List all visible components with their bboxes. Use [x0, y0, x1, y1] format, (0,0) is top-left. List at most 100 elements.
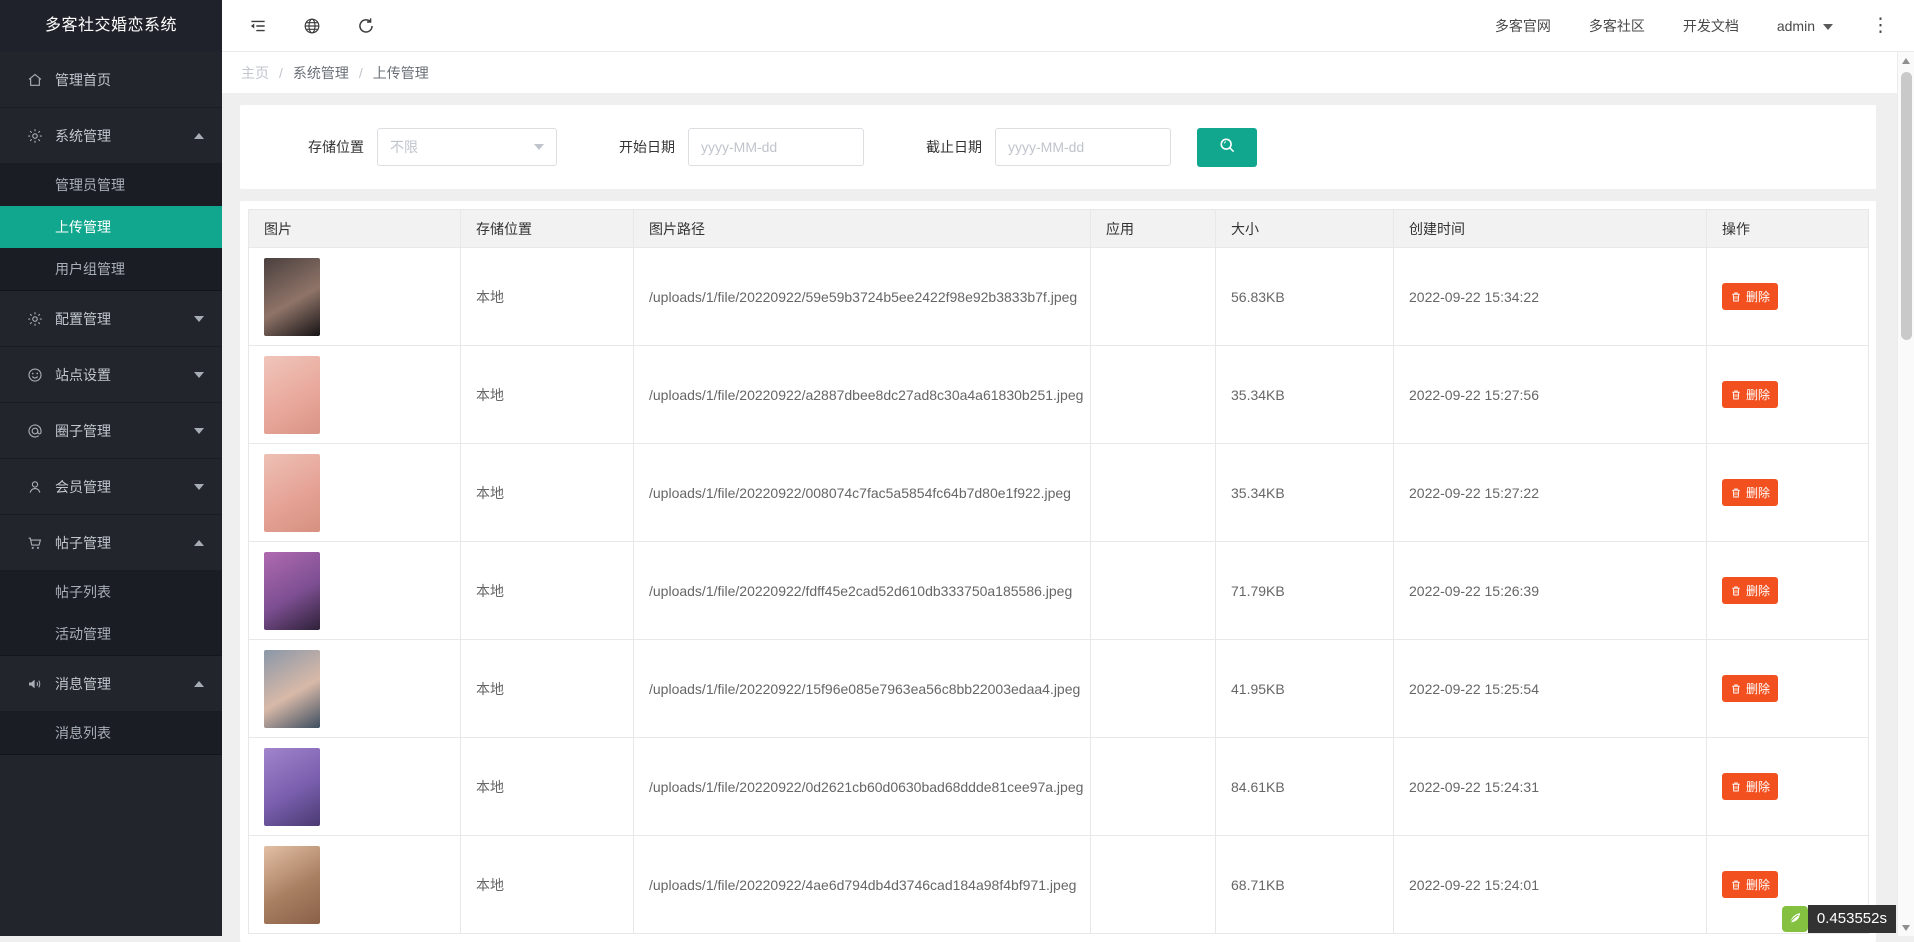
sidebar-item-label: 消息管理 — [55, 674, 194, 694]
thumbnail[interactable] — [264, 650, 320, 728]
storage-location-select[interactable]: 不限 — [377, 128, 557, 166]
topbar: 多客官网 多客社区 开发文档 admin ⋮ — [222, 0, 1914, 52]
sidebar-item-label: 管理首页 — [55, 70, 204, 90]
user-menu[interactable]: admin — [1777, 18, 1833, 34]
link-community[interactable]: 多客社区 — [1589, 16, 1645, 36]
breadcrumb-home[interactable]: 主页 — [241, 63, 269, 83]
thumbnail[interactable] — [264, 356, 320, 434]
scrollbar-down-arrow[interactable] — [1898, 919, 1914, 936]
speaker-icon — [26, 675, 44, 693]
smiley-icon — [26, 366, 44, 384]
sidebar-item-label: 站点设置 — [55, 365, 194, 385]
scrollbar-thumb[interactable] — [1901, 72, 1912, 340]
app-cell — [1091, 542, 1216, 640]
gear-icon — [26, 310, 44, 328]
link-official-site[interactable]: 多客官网 — [1495, 16, 1551, 36]
chevron-down-icon — [194, 372, 204, 378]
thumbnail[interactable] — [264, 846, 320, 924]
thumbnail[interactable] — [264, 454, 320, 532]
thumbnail[interactable] — [264, 552, 320, 630]
created-cell: 2022-09-22 15:25:54 — [1394, 640, 1707, 738]
cart-icon — [26, 534, 44, 552]
image-cell — [249, 738, 461, 836]
more-menu-icon[interactable]: ⋮ — [1871, 16, 1890, 35]
table-row: 本地/uploads/1/file/20220922/15f96e085e796… — [249, 640, 1869, 738]
scrollbar-up-arrow[interactable] — [1898, 52, 1914, 69]
table-header-row: 图片存储位置图片路径应用大小创建时间操作 — [249, 210, 1869, 248]
breadcrumb-separator: / — [279, 65, 283, 81]
chevron-down-icon — [194, 428, 204, 434]
delete-button-label: 删除 — [1746, 778, 1770, 795]
app-cell — [1091, 836, 1216, 934]
trash-icon — [1730, 585, 1742, 597]
size-cell: 35.34KB — [1216, 444, 1394, 542]
topbar-right: 多客官网 多客社区 开发文档 admin ⋮ — [1495, 16, 1890, 36]
actions-cell: 删除 — [1707, 542, 1869, 640]
sidebar-item-system[interactable]: 系统管理 — [0, 108, 222, 164]
link-dev-docs[interactable]: 开发文档 — [1683, 16, 1739, 36]
sidebar-item-site-settings[interactable]: 站点设置 — [0, 347, 222, 403]
filter-panel: 存储位置 不限 开始日期 截止日期 — [240, 105, 1876, 189]
sidebar-subitem-message-list[interactable]: 消息列表 — [0, 712, 222, 754]
size-cell: 68.71KB — [1216, 836, 1394, 934]
sidebar-subitem-activity[interactable]: 活动管理 — [0, 613, 222, 655]
sidebar-item-member[interactable]: 会员管理 — [0, 459, 222, 515]
column-header-path: 图片路径 — [634, 210, 1091, 248]
sidebar-subitem-user-group[interactable]: 用户组管理 — [0, 248, 222, 290]
delete-button[interactable]: 删除 — [1722, 675, 1778, 702]
uploads-table: 图片存储位置图片路径应用大小创建时间操作 本地/uploads/1/file/2… — [248, 209, 1869, 934]
delete-button[interactable]: 删除 — [1722, 871, 1778, 898]
path-cell: /uploads/1/file/20220922/0d2621cb60d0630… — [634, 738, 1091, 836]
sidebar-item-post[interactable]: 帖子管理 — [0, 515, 222, 571]
sidebar-subitem-upload-manage[interactable]: 上传管理 — [0, 206, 222, 248]
app-cell — [1091, 248, 1216, 346]
sidebar-item-label: 帖子管理 — [55, 533, 194, 553]
path-cell: /uploads/1/file/20220922/008074c7fac5a58… — [634, 444, 1091, 542]
delete-button[interactable]: 删除 — [1722, 577, 1778, 604]
actions-cell: 删除 — [1707, 640, 1869, 738]
sidebar-subitem-admin-manage[interactable]: 管理员管理 — [0, 164, 222, 206]
search-button[interactable] — [1197, 128, 1257, 167]
image-cell — [249, 444, 461, 542]
chevron-down-icon — [534, 144, 544, 150]
chevron-down-icon — [1823, 24, 1833, 30]
delete-button-label: 删除 — [1746, 582, 1770, 599]
sidebar-item-message[interactable]: 消息管理 — [0, 656, 222, 712]
sidebar-item-home[interactable]: 管理首页 — [0, 52, 222, 108]
path-cell: /uploads/1/file/20220922/4ae6d794db4d374… — [634, 836, 1091, 934]
scrollbar[interactable] — [1897, 52, 1914, 936]
end-date-input[interactable] — [995, 128, 1171, 166]
column-header-actions: 操作 — [1707, 210, 1869, 248]
delete-button[interactable]: 删除 — [1722, 381, 1778, 408]
collapse-menu-icon[interactable] — [248, 16, 268, 36]
sidebar-item-circle[interactable]: 圈子管理 — [0, 403, 222, 459]
sidebar-item-label: 系统管理 — [55, 126, 194, 146]
thumbnail[interactable] — [264, 258, 320, 336]
thumbnail[interactable] — [264, 748, 320, 826]
refresh-icon[interactable] — [356, 16, 376, 36]
table-row: 本地/uploads/1/file/20220922/4ae6d794db4d3… — [249, 836, 1869, 934]
size-cell: 71.79KB — [1216, 542, 1394, 640]
app-cell — [1091, 640, 1216, 738]
trace-logo-icon[interactable] — [1782, 906, 1808, 932]
sidebar-subitem-post-list[interactable]: 帖子列表 — [0, 571, 222, 613]
created-cell: 2022-09-22 15:27:22 — [1394, 444, 1707, 542]
actions-cell: 删除 — [1707, 248, 1869, 346]
trash-icon — [1730, 781, 1742, 793]
storage-cell: 本地 — [461, 346, 634, 444]
globe-icon[interactable] — [302, 16, 322, 36]
sidebar-item-config[interactable]: 配置管理 — [0, 291, 222, 347]
delete-button[interactable]: 删除 — [1722, 283, 1778, 310]
delete-button[interactable]: 删除 — [1722, 773, 1778, 800]
delete-button-label: 删除 — [1746, 288, 1770, 305]
delete-button[interactable]: 删除 — [1722, 479, 1778, 506]
column-header-storage: 存储位置 — [461, 210, 634, 248]
start-date-input[interactable] — [688, 128, 864, 166]
chevron-down-icon — [194, 484, 204, 490]
chevron-up-icon — [194, 540, 204, 546]
home-icon — [26, 71, 44, 89]
created-cell: 2022-09-22 15:26:39 — [1394, 542, 1707, 640]
image-cell — [249, 640, 461, 738]
column-header-app: 应用 — [1091, 210, 1216, 248]
created-cell: 2022-09-22 15:27:56 — [1394, 346, 1707, 444]
